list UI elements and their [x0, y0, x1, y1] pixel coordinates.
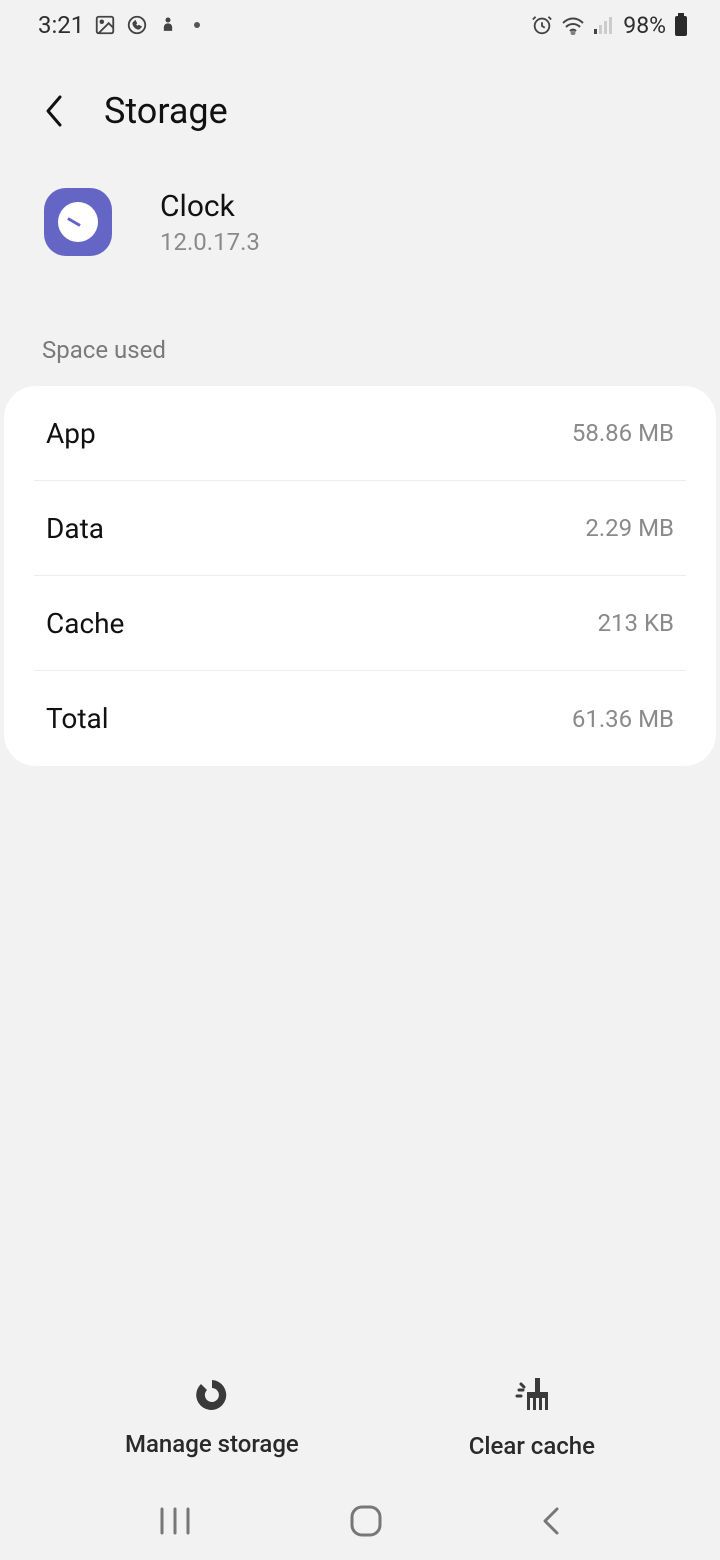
page-title: Storage — [104, 90, 228, 132]
back-button[interactable] — [42, 91, 68, 131]
battery-percent: 98% — [623, 12, 666, 39]
row-app[interactable]: App 58.86 MB — [34, 386, 686, 481]
battery-icon — [674, 13, 688, 37]
bottom-actions: Manage storage Clear cache — [0, 1356, 720, 1480]
broom-icon — [511, 1376, 553, 1420]
row-value: 2.29 MB — [585, 514, 674, 542]
row-data[interactable]: Data 2.29 MB — [34, 481, 686, 576]
app-info: Clock 12.0.17.3 — [0, 162, 720, 276]
person-icon — [158, 14, 178, 36]
app-text: Clock 12.0.17.3 — [160, 189, 260, 256]
whatsapp-icon — [126, 14, 148, 36]
gallery-icon — [94, 14, 116, 36]
nav-bar — [0, 1485, 720, 1560]
row-cache[interactable]: Cache 213 KB — [34, 576, 686, 671]
app-version: 12.0.17.3 — [160, 228, 260, 256]
action-label: Manage storage — [125, 1430, 299, 1458]
nav-recents-button[interactable] — [158, 1507, 192, 1539]
row-total[interactable]: Total 61.36 MB — [34, 671, 686, 766]
signal-icon — [593, 15, 615, 35]
row-label: Data — [46, 512, 104, 545]
clear-cache-button[interactable]: Clear cache — [469, 1376, 595, 1460]
nav-home-button[interactable] — [349, 1504, 383, 1542]
status-left: 3:21 — [38, 11, 200, 39]
row-label: Total — [46, 702, 109, 735]
row-label: App — [46, 417, 96, 450]
storage-chart-icon — [193, 1376, 231, 1418]
status-bar: 3:21 98% — [0, 0, 720, 50]
space-used-card: App 58.86 MB Data 2.29 MB Cache 213 KB T… — [4, 386, 716, 766]
nav-back-button[interactable] — [540, 1505, 562, 1541]
action-label: Clear cache — [469, 1432, 595, 1460]
wifi-icon — [561, 15, 585, 35]
manage-storage-button[interactable]: Manage storage — [125, 1376, 299, 1460]
row-value: 61.36 MB — [572, 705, 674, 733]
app-icon — [44, 188, 112, 256]
row-value: 58.86 MB — [572, 419, 674, 447]
header: Storage — [0, 50, 720, 162]
status-time: 3:21 — [38, 11, 84, 39]
status-right: 98% — [531, 12, 688, 39]
alarm-icon — [531, 14, 553, 36]
app-name: Clock — [160, 189, 260, 224]
section-label: Space used — [0, 276, 720, 386]
dot-icon — [194, 22, 200, 28]
row-label: Cache — [46, 607, 124, 640]
row-value: 213 KB — [598, 609, 674, 637]
